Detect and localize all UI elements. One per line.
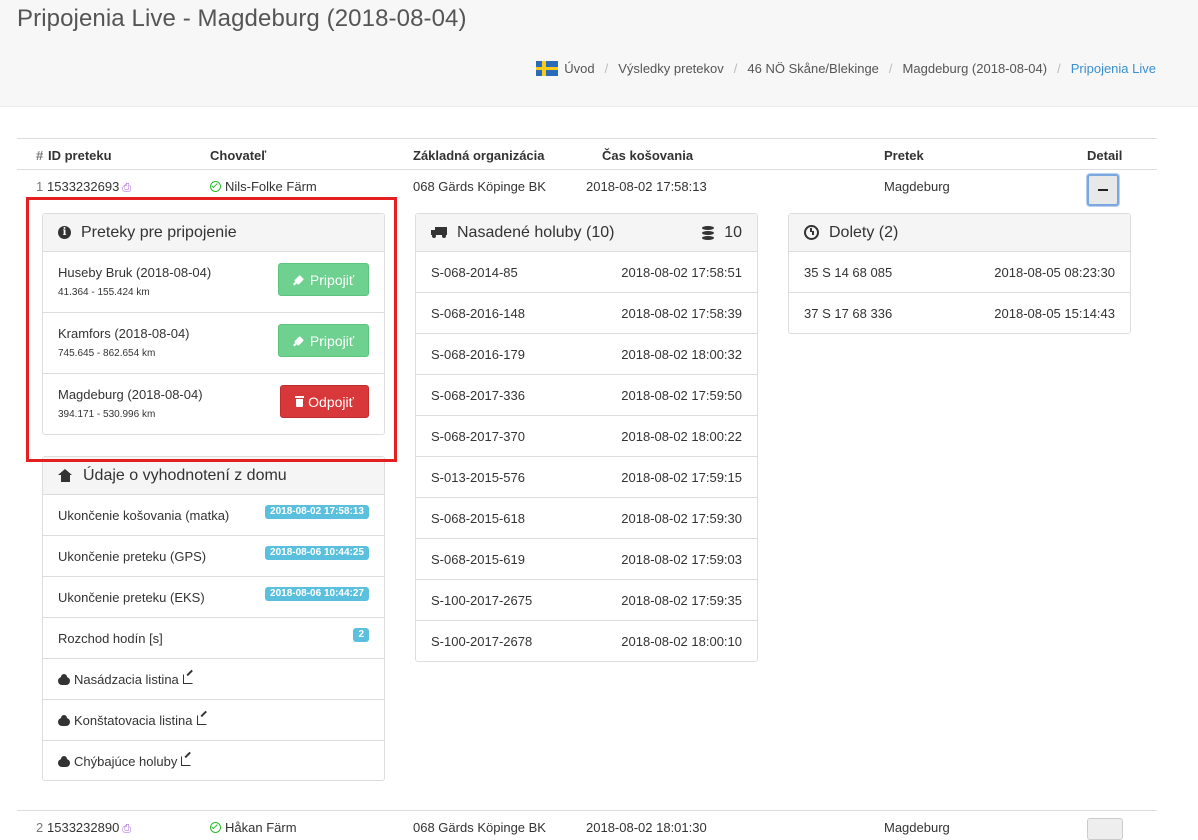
trash-icon <box>295 396 305 407</box>
breadcrumb: Úvod / Výsledky pretekov / 46 NÖ Skåne/B… <box>536 61 1156 76</box>
status-badge: 2 <box>353 628 369 642</box>
connections-panel: i Preteky pre pripojenie Huseby Bruk (20… <box>42 213 385 435</box>
row-number: 1 <box>36 179 44 194</box>
expand-detail-button[interactable] <box>1087 818 1123 840</box>
page-header: Pripojenia Live - Magdeburg (2018-08-04)… <box>0 0 1198 107</box>
download-link-basket-list[interactable]: Nasádzacia listina <box>43 659 384 700</box>
sweden-flag-icon <box>536 61 559 76</box>
cloud-download-icon <box>58 715 70 726</box>
breadcrumb-separator: / <box>1057 61 1061 76</box>
plug-icon <box>293 274 305 286</box>
list-item: S-068-2014-85 2018-08-02 17:58:51 <box>416 252 757 293</box>
arrivals-panel: Dolety (2) 35 S 14 68 085 2018-08-05 08:2… <box>788 213 1131 334</box>
breadcrumb-home[interactable]: Úvod <box>564 61 594 76</box>
list-item: 37 S 17 68 336 2018-08-05 15:14:43 <box>804 306 1115 321</box>
connections-panel-heading: i Preteky pre pripojenie <box>43 214 384 252</box>
list-item: S-068-2015-619 2018-08-02 17:59:03 <box>416 539 757 580</box>
list-item: S-013-2015-576 2018-08-02 17:59:15 <box>416 457 757 498</box>
col-hash: # <box>36 148 44 163</box>
row-race-id: 1533232890 ⎙ <box>47 820 132 835</box>
list-item: S-068-2016-148 2018-08-02 17:58:39 <box>416 293 757 334</box>
check-circle-icon <box>210 822 221 833</box>
connect-button[interactable]: Pripojiť <box>278 324 369 357</box>
col-basket-time[interactable]: Čas košovania <box>602 148 693 163</box>
breadcrumb-separator: / <box>888 61 893 76</box>
breadcrumb-current: Pripojenia Live <box>1070 61 1156 76</box>
row-org: 068 Gärds Köpinge BK <box>413 179 546 194</box>
arrivals-title: Dolety (2) <box>829 223 899 241</box>
collapse-detail-button[interactable] <box>1087 174 1119 206</box>
basketed-title: Nasadené holuby (10) <box>457 223 615 241</box>
disconnect-button[interactable]: Odpojiť <box>280 385 369 418</box>
list-item: S-068-2016-179 2018-08-02 18:00:32 <box>416 334 757 375</box>
external-link-icon <box>196 715 207 725</box>
row-breeder: Nils-Folke Färm <box>210 179 317 194</box>
breadcrumb-separator: / <box>733 61 738 76</box>
list-item: S-100-2017-2675 2018-08-02 17:59:35 <box>416 580 757 621</box>
clock-icon <box>804 225 819 240</box>
cloud-download-icon <box>58 674 70 685</box>
breadcrumb-results[interactable]: Výsledky pretekov <box>618 61 724 76</box>
col-race[interactable]: Pretek <box>884 148 924 163</box>
home-eval-panel-heading: Údaje o vyhodnotení z domu <box>43 457 384 495</box>
col-breeder[interactable]: Chovateľ <box>210 148 266 163</box>
download-link-missing-pigeons[interactable]: Chýbajúce holuby <box>43 741 384 782</box>
download-link-arrival-list[interactable]: Konštatovacia listina <box>43 700 384 741</box>
basketed-count: 10 <box>702 224 742 242</box>
connect-button[interactable]: Pripojiť <box>278 263 369 296</box>
page-title: Pripojenia Live - Magdeburg (2018-08-04) <box>17 5 467 32</box>
info-icon: i <box>58 226 71 239</box>
row-basket-time: 2018-08-02 17:58:13 <box>586 179 707 194</box>
row-race-id: 1533232693 ⎙ <box>47 179 132 194</box>
list-item: Kramfors (2018-08-04) 745.645 - 862.654 … <box>43 313 384 374</box>
row-org: 068 Gärds Köpinge BK <box>413 820 546 835</box>
list-item: Rozchod hodín [s] 2 <box>43 618 384 659</box>
breadcrumb-region[interactable]: 46 NÖ Skåne/Blekinge <box>747 61 879 76</box>
row-basket-time: 2018-08-02 18:01:30 <box>586 820 707 835</box>
header-divider <box>17 169 1157 170</box>
col-race-id[interactable]: ID preteku <box>48 148 112 163</box>
plug-icon <box>293 335 305 347</box>
database-icon <box>702 225 715 241</box>
cloud-download-icon <box>58 756 70 767</box>
status-badge: 2018-08-06 10:44:27 <box>265 587 369 601</box>
print-icon[interactable]: ⎙ <box>122 823 131 835</box>
col-detail: Detail <box>1087 148 1123 163</box>
print-icon[interactable]: ⎙ <box>122 182 131 194</box>
home-eval-title: Údaje o vyhodnotení z domu <box>83 466 287 484</box>
col-org[interactable]: Základná organizácia <box>413 148 545 163</box>
row-race: Magdeburg <box>884 820 950 835</box>
list-item: Huseby Bruk (2018-08-04) 41.364 - 155.42… <box>43 252 384 313</box>
breadcrumb-separator: / <box>604 61 609 76</box>
row-number: 2 <box>36 820 44 835</box>
list-item: Ukončenie preteku (GPS) 2018-08-06 10:44… <box>43 536 384 577</box>
basketed-pigeons-panel: Nasadené holuby (10) 10 S-068-2014-85 201… <box>415 213 758 662</box>
home-eval-panel: Údaje o vyhodnotení z domu Ukončenie koš… <box>42 456 385 781</box>
row-race: Magdeburg <box>884 179 950 194</box>
home-icon <box>58 469 73 482</box>
list-item: 35 S 14 68 085 2018-08-05 08:23:30 <box>789 252 1130 293</box>
check-circle-icon <box>210 181 221 192</box>
list-item: S-068-2015-618 2018-08-02 17:59:30 <box>416 498 757 539</box>
row-breeder: Håkan Färm <box>210 820 297 835</box>
list-item: S-068-2017-336 2018-08-02 17:59:50 <box>416 375 757 416</box>
truck-icon <box>431 227 447 238</box>
basketed-panel-heading: Nasadené holuby (10) 10 <box>416 214 757 252</box>
list-item: Ukončenie košovania (matka) 2018-08-02 1… <box>43 495 384 536</box>
status-badge: 2018-08-06 10:44:25 <box>265 546 369 560</box>
list-item: S-068-2017-370 2018-08-02 18:00:22 <box>416 416 757 457</box>
table-row-divider <box>17 810 1157 811</box>
list-item: Magdeburg (2018-08-04) 394.171 - 530.996… <box>43 374 384 435</box>
list-item: Ukončenie preteku (EKS) 2018-08-06 10:44… <box>43 577 384 618</box>
status-badge: 2018-08-02 17:58:13 <box>265 505 369 519</box>
external-link-icon <box>181 756 192 766</box>
external-link-icon <box>182 674 193 684</box>
list-item: S-100-2017-2678 2018-08-02 18:00:10 <box>431 634 742 649</box>
connections-title: Preteky pre pripojenie <box>81 223 237 241</box>
arrivals-panel-heading: Dolety (2) <box>789 214 1130 252</box>
breadcrumb-race[interactable]: Magdeburg (2018-08-04) <box>903 61 1048 76</box>
